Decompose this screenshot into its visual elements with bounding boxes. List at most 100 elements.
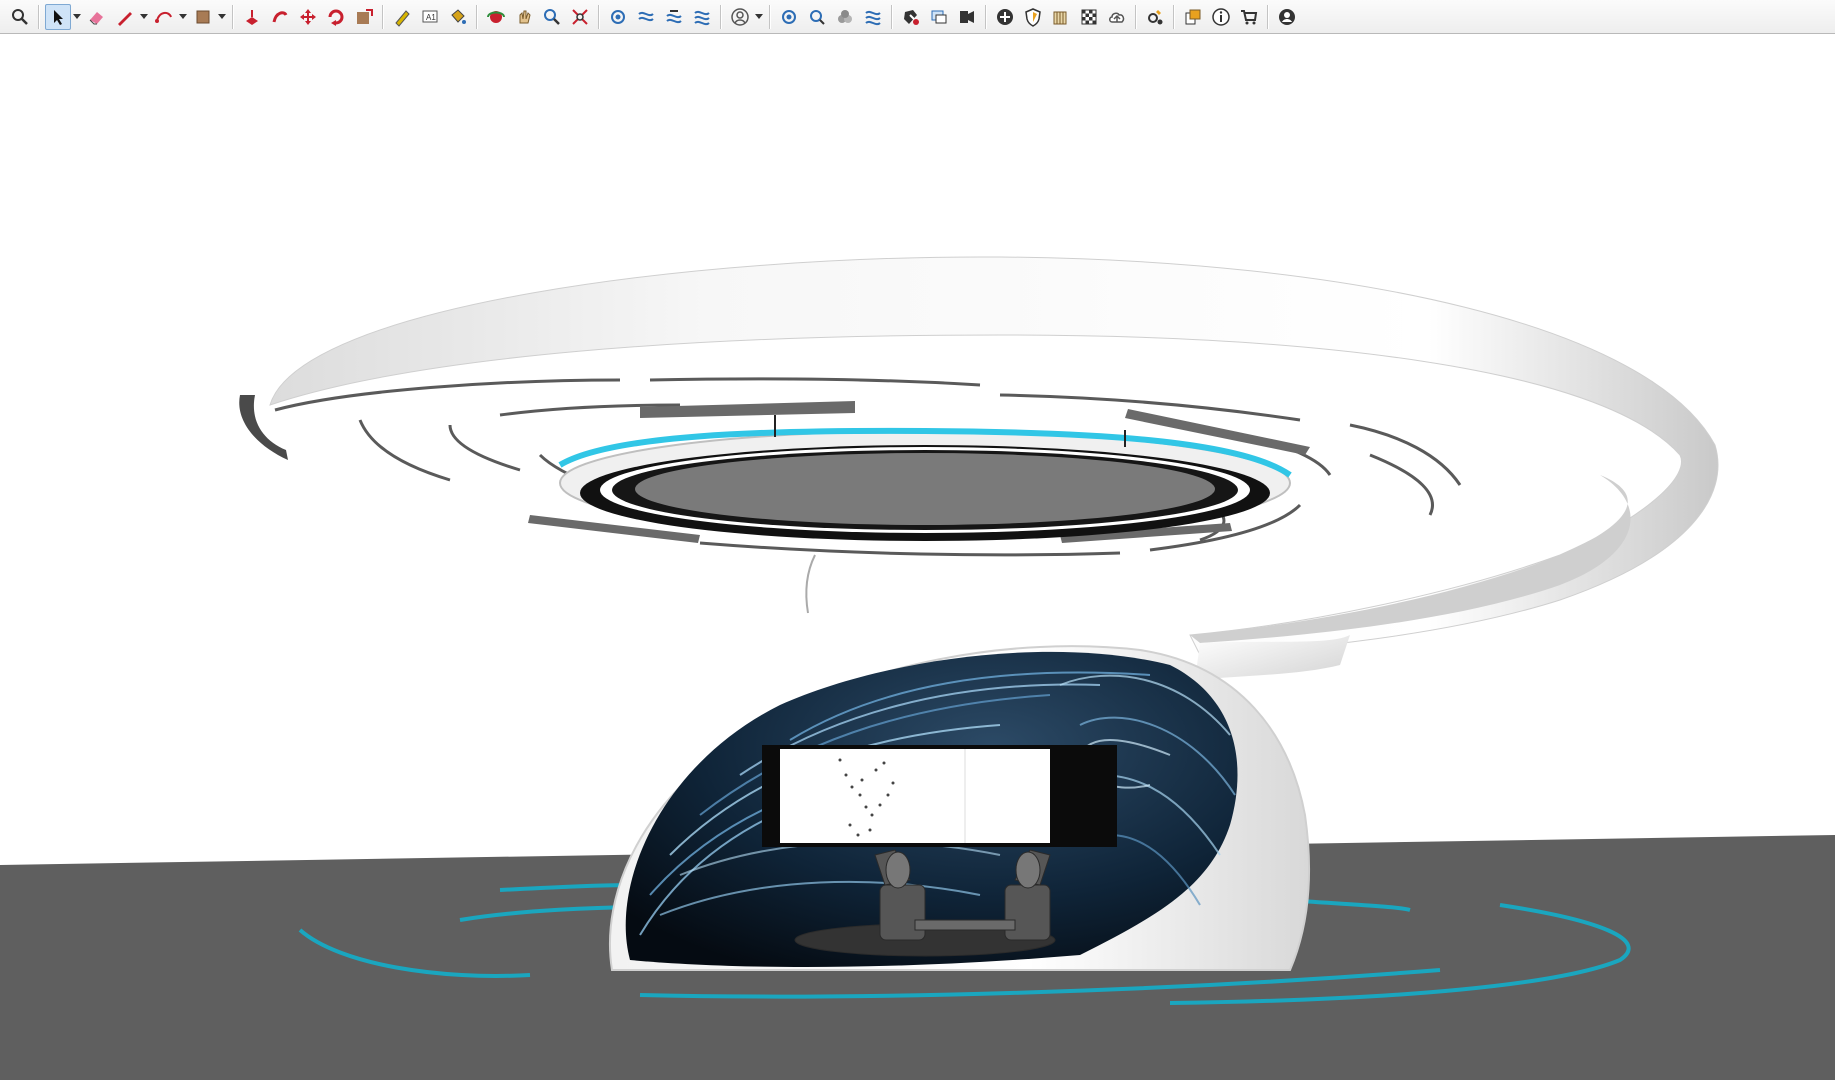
zoom-window-icon bbox=[544, 8, 560, 25]
toolbar-separator bbox=[769, 4, 771, 29]
shield-button[interactable] bbox=[1020, 4, 1046, 30]
info-icon bbox=[1212, 7, 1230, 26]
layout-icon bbox=[1185, 9, 1201, 24]
cloud-button[interactable] bbox=[1104, 4, 1130, 30]
tape-measure-button[interactable] bbox=[389, 4, 415, 30]
sandbox-icon-1 bbox=[611, 9, 625, 24]
select-icon bbox=[54, 9, 63, 25]
arc-button[interactable] bbox=[151, 4, 177, 30]
section-icon bbox=[931, 10, 947, 23]
zoom-button[interactable] bbox=[7, 4, 33, 30]
camera-button[interactable] bbox=[954, 4, 980, 30]
shape-icon bbox=[196, 10, 210, 23]
sandbox-icon-6 bbox=[810, 9, 825, 25]
text-button[interactable]: A1 bbox=[417, 4, 443, 30]
display-screen bbox=[780, 749, 1050, 843]
follow-me-button[interactable] bbox=[267, 4, 293, 30]
text-icon: A1 bbox=[422, 10, 438, 22]
rotate-button[interactable] bbox=[323, 4, 349, 30]
pendant-cable bbox=[805, 554, 816, 614]
sandbox-button-3[interactable] bbox=[661, 4, 687, 30]
sandbox-button-7[interactable] bbox=[832, 4, 858, 30]
svg-text:A1: A1 bbox=[426, 13, 436, 22]
camera-icon bbox=[960, 10, 974, 23]
orbit-icon bbox=[487, 10, 505, 23]
sandbox-icon-7 bbox=[838, 9, 852, 23]
paint-bucket-icon bbox=[451, 8, 466, 24]
shape-button[interactable] bbox=[190, 4, 216, 30]
person-icon bbox=[731, 7, 749, 26]
zoom-extents-button[interactable] bbox=[567, 4, 593, 30]
add-location-icon bbox=[997, 8, 1013, 25]
sandbox-button-8[interactable] bbox=[860, 4, 886, 30]
info-button[interactable] bbox=[1208, 4, 1234, 30]
toolbar-separator bbox=[476, 4, 478, 29]
model-viewport[interactable] bbox=[0, 35, 1835, 1080]
zoom-extents-icon bbox=[572, 8, 588, 25]
dropdown-arrow-icon[interactable] bbox=[754, 4, 763, 30]
main-toolbar: A1 bbox=[0, 0, 1835, 34]
paint-bucket-button[interactable] bbox=[445, 4, 471, 30]
scene-render[interactable] bbox=[0, 35, 1835, 1080]
toolbar-separator bbox=[598, 4, 600, 29]
scale-button[interactable] bbox=[351, 4, 377, 30]
pencil-line-icon bbox=[118, 11, 132, 26]
scale-icon bbox=[357, 8, 373, 24]
dropdown-arrow-icon[interactable] bbox=[72, 4, 81, 30]
eraser-icon bbox=[89, 11, 103, 24]
toolbar-separator bbox=[985, 4, 987, 29]
sandbox-button-1[interactable] bbox=[605, 4, 631, 30]
sandbox-button-5[interactable] bbox=[776, 4, 802, 30]
section-button[interactable] bbox=[926, 4, 952, 30]
toolbar-separator bbox=[382, 4, 384, 29]
cloud-icon bbox=[1109, 12, 1125, 23]
solid-tools-button[interactable] bbox=[898, 4, 924, 30]
warehouse-button[interactable] bbox=[1048, 4, 1074, 30]
select-button[interactable] bbox=[45, 3, 71, 30]
toolbar-separator bbox=[1135, 4, 1137, 29]
person-button[interactable] bbox=[727, 4, 753, 30]
move-button[interactable] bbox=[295, 4, 321, 30]
shield-icon bbox=[1025, 7, 1041, 27]
account-icon bbox=[1279, 8, 1295, 25]
extension-manager-icon bbox=[1148, 9, 1163, 24]
layout-button[interactable] bbox=[1180, 4, 1206, 30]
push-pull-button[interactable] bbox=[239, 4, 265, 30]
orbit-button[interactable] bbox=[483, 4, 509, 30]
center-disc-plate bbox=[635, 453, 1215, 525]
dropdown-arrow-icon[interactable] bbox=[139, 4, 148, 30]
toolbar-separator bbox=[38, 4, 40, 29]
follow-me-icon bbox=[272, 10, 288, 22]
account-button[interactable] bbox=[1274, 4, 1300, 30]
sandbox-button-4[interactable] bbox=[689, 4, 715, 30]
checker-icon bbox=[1081, 9, 1097, 24]
add-location-button[interactable] bbox=[992, 4, 1018, 30]
dropdown-arrow-icon[interactable] bbox=[178, 4, 187, 30]
solid-tools-icon bbox=[904, 9, 919, 25]
arc-icon bbox=[155, 11, 172, 23]
dropdown-arrow-icon[interactable] bbox=[217, 4, 226, 30]
checker-button[interactable] bbox=[1076, 4, 1102, 30]
extension-manager-button[interactable] bbox=[1142, 4, 1168, 30]
sandbox-button-2[interactable] bbox=[633, 4, 659, 30]
pencil-line-button[interactable] bbox=[112, 4, 138, 30]
toolbar-separator bbox=[720, 4, 722, 29]
toolbar-separator bbox=[232, 4, 234, 29]
toolbar-separator bbox=[891, 4, 893, 29]
toolbar-separator bbox=[1267, 4, 1269, 29]
rotate-icon bbox=[328, 9, 344, 26]
sandbox-icon-5 bbox=[782, 9, 796, 24]
push-pull-icon bbox=[246, 9, 258, 25]
sandbox-icon-8 bbox=[865, 10, 881, 25]
pan-button[interactable] bbox=[511, 4, 537, 30]
tape-measure-icon bbox=[395, 9, 410, 27]
canopy-left-bracket bbox=[239, 395, 288, 460]
eraser-button[interactable] bbox=[84, 4, 110, 30]
cart-icon bbox=[1241, 9, 1258, 24]
toolbar-separator bbox=[1173, 4, 1175, 29]
zoom-icon bbox=[12, 8, 28, 25]
zoom-window-button[interactable] bbox=[539, 4, 565, 30]
sandbox-icon-3 bbox=[666, 9, 682, 23]
sandbox-button-6[interactable] bbox=[804, 4, 830, 30]
cart-button[interactable] bbox=[1236, 4, 1262, 30]
